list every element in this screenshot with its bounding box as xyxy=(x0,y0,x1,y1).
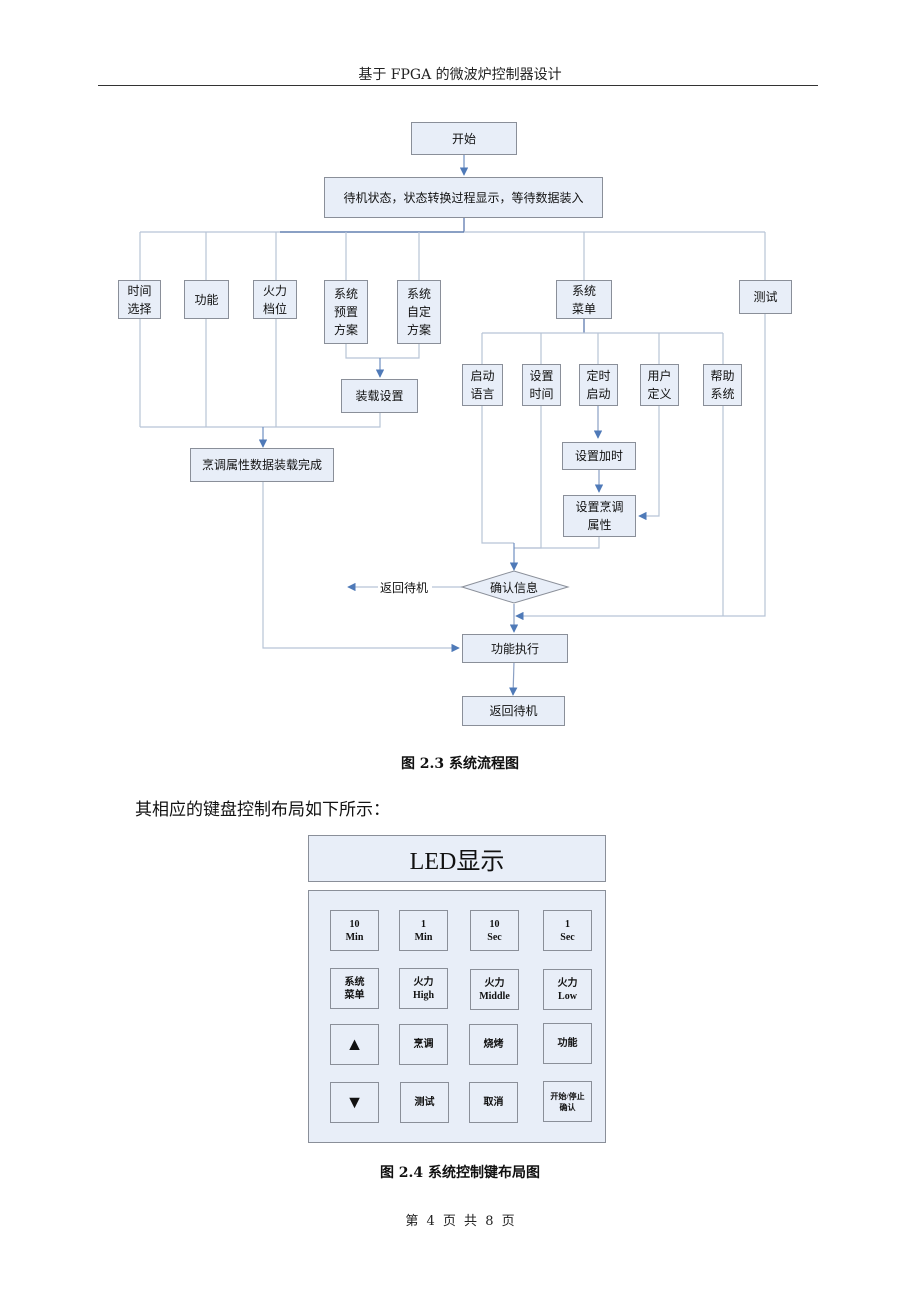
key-grill[interactable]: 烧烤 xyxy=(469,1024,518,1065)
key-test[interactable]: 测试 xyxy=(400,1082,449,1123)
node-timed-start: 定时 启动 xyxy=(579,364,618,406)
node-standby: 待机状态，状态转换过程显示，等待数据装入 xyxy=(324,177,603,218)
edge-cookdata-execute xyxy=(262,482,460,653)
body-paragraph: 其相应的键盘控制布局如下所示： xyxy=(135,800,390,820)
node-user-defined: 用户 定义 xyxy=(640,364,679,406)
node-preset-plan: 系统 预置 方案 xyxy=(324,280,368,344)
flowchart-connectors xyxy=(139,154,766,696)
page-footer: 第 4 页 共 8 页 xyxy=(405,1214,515,1229)
node-time-select: 时间 选择 xyxy=(118,280,161,319)
node-return-standby: 返回待机 xyxy=(462,696,565,726)
key-function[interactable]: 功能 xyxy=(543,1023,592,1064)
node-set-cook-attr: 设置烹调 属性 xyxy=(563,495,636,537)
node-confirm-info: 确认信息 xyxy=(489,581,538,595)
node-help-system: 帮助 系统 xyxy=(703,364,742,406)
led-display: LED显示 xyxy=(308,835,606,882)
edge-execute-return xyxy=(509,661,518,696)
edge-user-attr xyxy=(638,405,660,521)
node-start-language: 启动 语言 xyxy=(462,364,503,406)
key-1-min[interactable]: 1 Min xyxy=(399,910,448,951)
key-cook[interactable]: 烹调 xyxy=(399,1024,448,1065)
node-start: 开始 xyxy=(411,122,517,155)
key-down-arrow[interactable]: ▼ xyxy=(330,1082,379,1123)
key-cancel[interactable]: 取消 xyxy=(469,1082,518,1123)
node-system-menu: 系统 菜单 xyxy=(556,280,612,319)
node-function: 功能 xyxy=(184,280,229,319)
node-cook-data-loaded: 烹调属性数据装载完成 xyxy=(190,448,334,482)
key-start-stop-confirm[interactable]: 开始/停止 确认 xyxy=(543,1081,592,1122)
key-power-low[interactable]: 火力 Low xyxy=(543,969,592,1010)
key-1-sec[interactable]: 1 Sec xyxy=(543,910,592,951)
key-power-high[interactable]: 火力 High xyxy=(399,968,448,1009)
figure-caption-keypad: 图 2.4 系统控制键布局图 xyxy=(379,1165,541,1181)
edge-label-return-standby: 返回待机 xyxy=(378,579,431,596)
node-set-time: 设置 时间 xyxy=(522,364,561,406)
key-10-min[interactable]: 10 Min xyxy=(330,910,379,951)
node-set-add-time: 设置加时 xyxy=(562,442,636,470)
node-execute-function: 功能执行 xyxy=(462,634,568,663)
node-power-level: 火力 档位 xyxy=(253,280,297,319)
figure-caption-flowchart: 图 2.3 系统流程图 xyxy=(400,756,520,772)
node-test: 测试 xyxy=(739,280,792,314)
key-power-middle[interactable]: 火力 Middle xyxy=(470,969,519,1010)
key-10-sec[interactable]: 10 Sec xyxy=(470,910,519,951)
node-load-settings: 装载设置 xyxy=(341,379,418,413)
key-system-menu[interactable]: 系统 菜单 xyxy=(330,968,379,1009)
key-up-arrow[interactable]: ▲ xyxy=(330,1024,379,1065)
node-custom-plan: 系统 自定 方案 xyxy=(397,280,441,344)
